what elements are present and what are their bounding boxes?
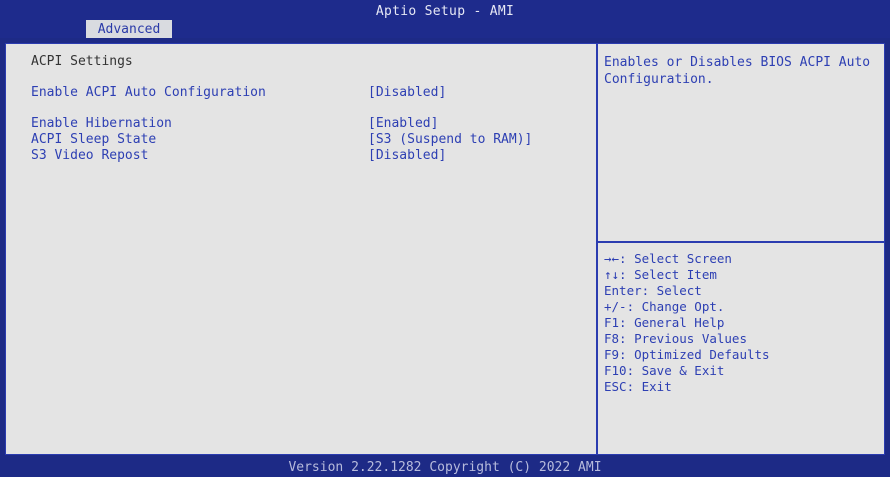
setting-label: Enable Hibernation [31, 116, 172, 131]
bios-screen: Aptio Setup - AMI Advanced ACPI Settings… [0, 0, 890, 477]
help-text: Enables or Disables BIOS ACPI Auto Confi… [604, 55, 871, 87]
setting-value[interactable]: [S3 (Suspend to RAM)] [368, 132, 532, 148]
key-change-opt: +/-: Change Opt. [604, 299, 725, 314]
help-separator [598, 241, 884, 243]
version-footer: Version 2.22.1282 Copyright (C) 2022 AMI [288, 460, 602, 475]
header-bar: Aptio Setup - AMI Advanced [0, 0, 890, 38]
key-legend: →←: Select Screen ↑↓: Select Item Enter:… [604, 251, 770, 395]
panel-divider [596, 44, 598, 454]
key-save-exit: F10: Save & Exit [604, 363, 725, 378]
section-title: ACPI Settings [31, 54, 133, 69]
key-select-screen: →←: Select Screen [604, 251, 732, 266]
key-optimized-defaults: F9: Optimized Defaults [604, 347, 770, 362]
setting-label: S3 Video Repost [31, 148, 149, 163]
main-panel: ACPI Settings Enable ACPI Auto Configura… [5, 43, 885, 455]
setting-s3-video-repost[interactable]: S3 Video Repost [Disabled] [31, 148, 446, 164]
setting-label: ACPI Sleep State [31, 132, 157, 147]
setting-enable-acpi-auto-configuration[interactable]: Enable ACPI Auto Configuration [Disabled] [31, 85, 446, 101]
setting-value[interactable]: [Enabled] [368, 116, 438, 132]
tab-advanced[interactable]: Advanced [86, 20, 172, 38]
key-enter-select: Enter: Select [604, 283, 702, 298]
setting-value[interactable]: [Disabled] [368, 148, 446, 164]
setting-value[interactable]: [Disabled] [368, 85, 446, 101]
key-esc-exit: ESC: Exit [604, 379, 672, 394]
setting-acpi-sleep-state[interactable]: ACPI Sleep State [S3 (Suspend to RAM)] [31, 132, 532, 148]
setting-label: Enable ACPI Auto Configuration [31, 85, 266, 100]
page-title: Aptio Setup - AMI [375, 4, 515, 19]
key-general-help: F1: General Help [604, 315, 725, 330]
setting-enable-hibernation[interactable]: Enable Hibernation [Enabled] [31, 116, 438, 132]
key-select-item: ↑↓: Select Item [604, 267, 717, 282]
key-previous-values: F8: Previous Values [604, 331, 747, 346]
